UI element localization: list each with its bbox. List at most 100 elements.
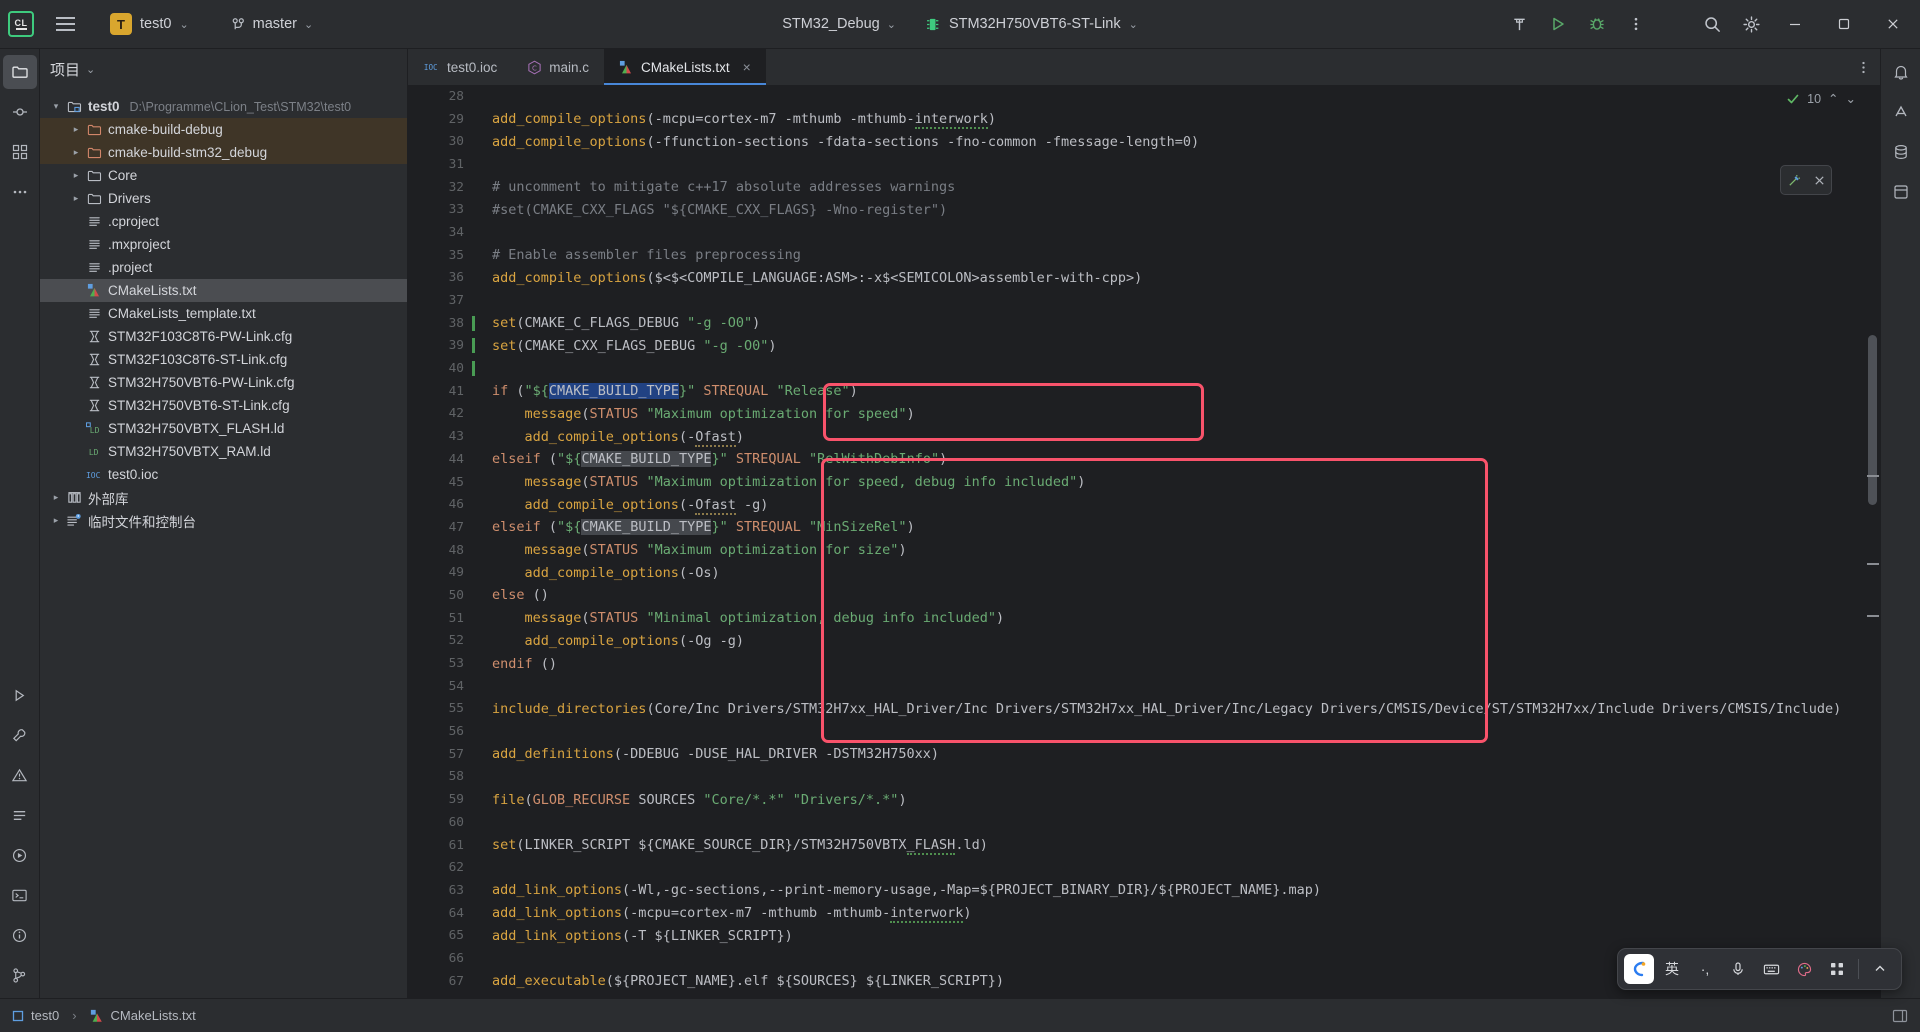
code-line[interactable]: 29 add_compile_options(-mcpu=cortex-m7 -m…: [408, 108, 1862, 131]
line-number[interactable]: 58: [408, 769, 478, 784]
sidebar-item-notifications[interactable]: [3, 918, 37, 952]
run-button[interactable]: [1540, 6, 1576, 42]
chevron-right-icon[interactable]: ▸: [68, 170, 84, 181]
code-line[interactable]: 49 add_compile_options(-Os): [408, 561, 1862, 584]
gradle-icon[interactable]: [1884, 175, 1918, 209]
vcs-change-marker[interactable]: [472, 338, 475, 354]
code-line[interactable]: 46 add_compile_options(-Ofast -g): [408, 493, 1862, 516]
line-number[interactable]: 31: [408, 157, 478, 172]
chevron-down-icon[interactable]: ⌄: [86, 63, 95, 76]
line-number[interactable]: 64: [408, 906, 478, 921]
more-actions-button[interactable]: [1618, 6, 1654, 42]
close-window-button[interactable]: [1870, 0, 1916, 49]
line-number[interactable]: 41: [408, 384, 478, 399]
code-line[interactable]: 33 #set(CMAKE_CXX_FLAGS "${CMAKE_CXX_FLAG…: [408, 198, 1862, 221]
magic-wand-icon[interactable]: [1787, 173, 1802, 188]
code-line[interactable]: 45 message(STATUS "Maximum optimization …: [408, 471, 1862, 494]
chevron-right-icon[interactable]: ▸: [48, 492, 64, 503]
code-line[interactable]: 51 message(STATUS "Minimal optimization,…: [408, 607, 1862, 630]
line-number[interactable]: 39: [408, 338, 478, 354]
tree-item-stm32f103c8t6-st-link.cfg[interactable]: STM32F103C8T6-ST-Link.cfg: [40, 348, 407, 371]
line-number[interactable]: 51: [408, 611, 478, 626]
tree-item-stm32h750vbt6-pw-link.cfg[interactable]: STM32H750VBT6-PW-Link.cfg: [40, 371, 407, 394]
intention-popup[interactable]: [1780, 165, 1832, 195]
code-line[interactable]: 47 elseif ("${CMAKE_BUILD_TYPE}" STREQUAL…: [408, 516, 1862, 539]
chevron-right-icon[interactable]: ▸: [68, 124, 84, 135]
code-line[interactable]: 28: [408, 85, 1862, 108]
inspection-next-icon[interactable]: ⌄: [1846, 91, 1856, 106]
code-line[interactable]: 53 endif (): [408, 652, 1862, 675]
tree-item-cmakelists.txt[interactable]: CMakeLists.txt: [40, 279, 407, 302]
code-line[interactable]: 54: [408, 675, 1862, 698]
database-icon[interactable]: [1884, 135, 1918, 169]
ime-mode-button[interactable]: 英: [1657, 953, 1687, 985]
vcs-change-marker[interactable]: [472, 315, 475, 331]
line-number[interactable]: 66: [408, 951, 478, 966]
line-number[interactable]: 59: [408, 792, 478, 807]
breadcrumb-file[interactable]: CMakeLists.txt: [111, 1008, 196, 1023]
sidebar-item-project[interactable]: [2, 55, 37, 89]
code-line[interactable]: 65 add_link_options(-T ${LINKER_SCRIPT}): [408, 924, 1862, 947]
main-menu-button[interactable]: [48, 7, 82, 41]
line-number[interactable]: 42: [408, 406, 478, 421]
code-line[interactable]: 50 else (): [408, 584, 1862, 607]
tree-item-drivers[interactable]: ▸ Drivers: [40, 187, 407, 210]
layout-icon[interactable]: [1892, 1008, 1908, 1024]
line-number[interactable]: 47: [408, 520, 478, 535]
line-number[interactable]: 62: [408, 860, 478, 875]
code-line[interactable]: 60: [408, 811, 1862, 834]
chevron-right-icon[interactable]: ▸: [68, 193, 84, 204]
breadcrumb[interactable]: test0 › CMakeLists.txt: [12, 1008, 196, 1023]
tree-item-test0.ioc[interactable]: IOC test0.ioc: [40, 463, 407, 486]
tree-item-stm32f103c8t6-pw-link.cfg[interactable]: STM32F103C8T6-PW-Link.cfg: [40, 325, 407, 348]
code-line[interactable]: 37: [408, 289, 1862, 312]
line-number[interactable]: 35: [408, 248, 478, 263]
sidebar-item-services[interactable]: [3, 838, 37, 872]
line-number[interactable]: 45: [408, 475, 478, 490]
ime-keyboard-button[interactable]: [1756, 953, 1786, 985]
vcs-change-marker[interactable]: [472, 361, 475, 377]
code-line[interactable]: 38 set(CMAKE_C_FLAGS_DEBUG "-g -O0"): [408, 312, 1862, 335]
tree-item-stm32h750vbtx_flash.ld[interactable]: LD STM32H750VBTX_FLASH.ld: [40, 417, 407, 440]
tree-item-.project[interactable]: .project: [40, 256, 407, 279]
editor-tab-test0.ioc[interactable]: IOC test0.ioc: [408, 49, 512, 85]
line-number[interactable]: 32: [408, 180, 478, 195]
code-line[interactable]: 43 add_compile_options(-Ofast): [408, 425, 1862, 448]
code-line[interactable]: 64 add_link_options(-mcpu=cortex-m7 -mthu…: [408, 902, 1862, 925]
sidebar-item-terminal[interactable]: [3, 878, 37, 912]
code-line[interactable]: 42 message(STATUS "Maximum optimization …: [408, 403, 1862, 426]
line-number[interactable]: 43: [408, 429, 478, 444]
editor-tab-options-button[interactable]: [1846, 49, 1880, 85]
tree-item-cmakelists_template.txt[interactable]: CMakeLists_template.txt: [40, 302, 407, 325]
code-line[interactable]: 62: [408, 856, 1862, 879]
line-number[interactable]: 52: [408, 633, 478, 648]
sidebar-item-commit[interactable]: [3, 95, 37, 129]
ime-voice-button[interactable]: [1723, 953, 1753, 985]
line-number[interactable]: 63: [408, 883, 478, 898]
ime-brand-icon[interactable]: [1624, 954, 1654, 984]
sidebar-item-problems[interactable]: [3, 758, 37, 792]
run-configuration-selector[interactable]: STM32_Debug ⌄: [773, 12, 905, 36]
editor-tab-bar[interactable]: IOC test0.ioc Cmain.c CMakeLists.txt ×: [408, 49, 1880, 85]
line-number[interactable]: 65: [408, 928, 478, 943]
tree-item--[interactable]: ▸ 临时文件和控制台: [40, 509, 407, 532]
code-viewport[interactable]: 28 29 add_compile_options(-mcpu=cortex-m7 …: [408, 85, 1862, 998]
inspection-widget[interactable]: 10 ⌃ ⌄: [1786, 91, 1856, 106]
tree-item--[interactable]: ▸ 外部库: [40, 486, 407, 509]
code-line[interactable]: 55 include_directories(Core/Inc Drivers/S…: [408, 698, 1862, 721]
code-line[interactable]: 32 # uncomment to mitigate c++17 absolute…: [408, 176, 1862, 199]
ai-assistant-icon[interactable]: [1884, 95, 1918, 129]
sidebar-item-run[interactable]: [3, 678, 37, 712]
code-line[interactable]: 31: [408, 153, 1862, 176]
scrollbar-thumb[interactable]: [1868, 335, 1877, 505]
code-line[interactable]: 57 add_definitions(-DDEBUG -DUSE_HAL_DRIV…: [408, 743, 1862, 766]
vcs-branch-selector[interactable]: master ⌄: [223, 13, 322, 35]
code-line[interactable]: 39 set(CMAKE_CXX_FLAGS_DEBUG "-g -O0"): [408, 335, 1862, 358]
close-tab-icon[interactable]: ×: [743, 59, 751, 75]
ime-punctuation-button[interactable]: ·,: [1690, 953, 1720, 985]
close-icon[interactable]: [1813, 174, 1826, 187]
tree-item-.mxproject[interactable]: .mxproject: [40, 233, 407, 256]
code-line[interactable]: 61 set(LINKER_SCRIPT ${CMAKE_SOURCE_DIR}/…: [408, 834, 1862, 857]
editor-tab-main.c[interactable]: Cmain.c: [512, 49, 604, 85]
code-line[interactable]: 48 message(STATUS "Maximum optimization …: [408, 539, 1862, 562]
